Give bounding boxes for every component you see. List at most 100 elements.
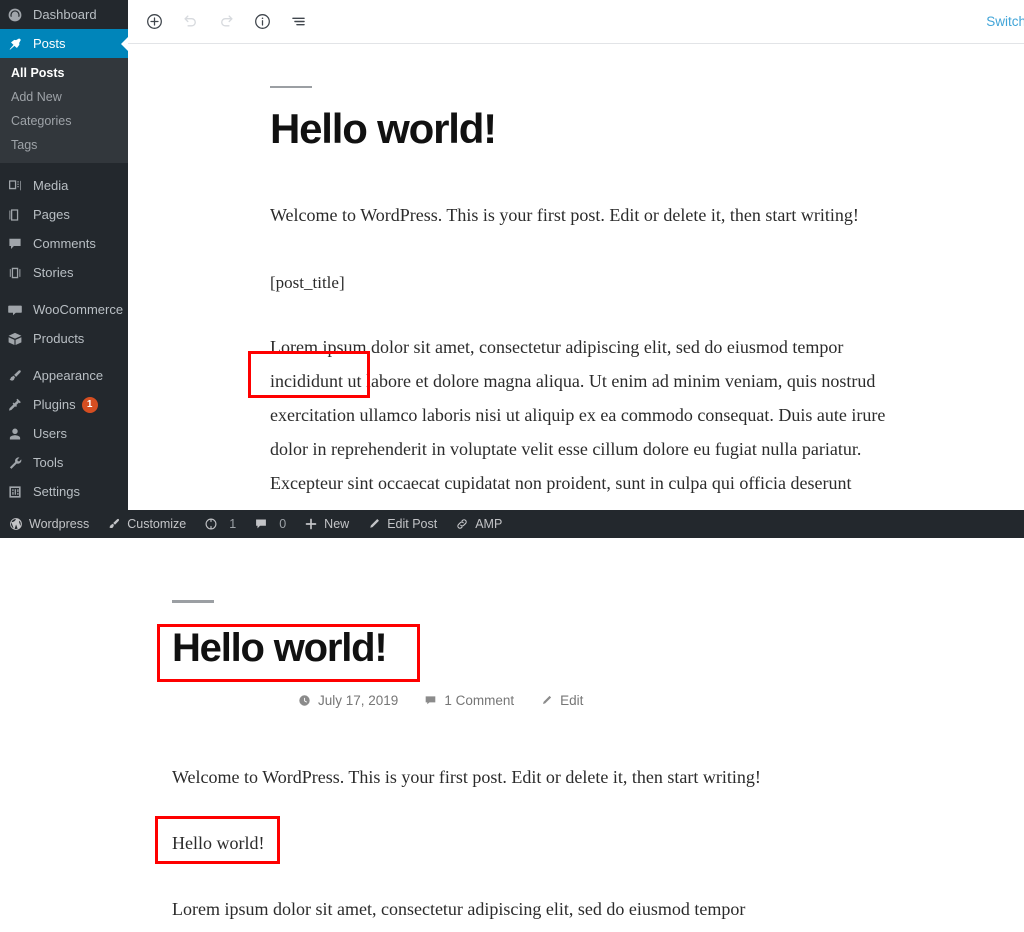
title-decoration-rule — [172, 600, 214, 603]
clock-icon — [298, 694, 311, 707]
paintbrush-icon — [107, 517, 121, 531]
products-box-icon — [4, 329, 26, 349]
sidebar-divider — [0, 353, 128, 361]
media-icon — [4, 176, 26, 196]
editor-post-title[interactable]: Hello world! — [270, 105, 1024, 152]
adminbar-item-edit-post[interactable]: Edit Post — [358, 510, 446, 538]
sidebar-item-users[interactable]: Users — [0, 419, 128, 448]
adminbar-item-new[interactable]: New — [295, 510, 358, 538]
frontend-preview: Hello world! July 17, 2019 1 Comment Edi… — [0, 538, 1024, 932]
block-editor-pane: Switch Hello world! Welcome to WordPress… — [128, 0, 1024, 510]
editor-toolbar: Switch — [128, 0, 1024, 44]
post-comments-label: 1 Comment — [444, 693, 515, 708]
frontend-paragraph-intro: Welcome to WordPress. This is your first… — [172, 767, 761, 787]
post-comments-link[interactable]: 1 Comment — [424, 693, 514, 708]
undo-icon[interactable] — [172, 4, 208, 40]
wrench-icon — [4, 453, 26, 473]
adminbar-label: New — [324, 516, 350, 531]
submenu-item-add-new[interactable]: Add New — [0, 85, 128, 109]
wp-admin-bar: Wordpress Customize 1 0 New Edit Post AM… — [0, 510, 1024, 538]
adminbar-label: AMP — [475, 516, 503, 531]
sidebar-item-pages[interactable]: Pages — [0, 200, 128, 229]
sidebar-item-label: WooCommerce — [33, 302, 124, 317]
paintbrush-icon — [4, 366, 26, 386]
adminbar-item-amp[interactable]: AMP — [446, 510, 511, 538]
sidebar-item-plugins[interactable]: Plugins 1 — [0, 390, 128, 419]
sidebar-item-comments[interactable]: Comments — [0, 229, 128, 258]
info-icon[interactable] — [244, 4, 280, 40]
sidebar-item-settings[interactable]: Settings — [0, 477, 128, 506]
adminbar-item-comments[interactable]: 0 — [245, 510, 295, 538]
sidebar-item-label: Posts — [33, 36, 66, 51]
sidebar-item-label: Appearance — [33, 368, 104, 383]
sidebar-item-woocommerce[interactable]: WooCommerce — [0, 295, 128, 324]
sidebar-item-media[interactable]: Media — [0, 171, 128, 200]
revisions-count: 1 — [229, 517, 237, 531]
sidebar-item-products[interactable]: Products — [0, 324, 128, 353]
sidebar-item-label: Dashboard — [33, 7, 97, 22]
editor-canvas[interactable]: Hello world! Welcome to WordPress. This … — [128, 86, 1024, 510]
sidebar-item-appearance[interactable]: Appearance — [0, 361, 128, 390]
sidebar-item-label: Products — [33, 331, 85, 346]
post-edit-label: Edit — [560, 693, 584, 708]
sidebar-item-label: Plugins — [33, 397, 76, 412]
sidebar-item-dashboard[interactable]: Dashboard — [0, 0, 128, 29]
woocommerce-icon — [4, 300, 26, 320]
add-block-icon[interactable] — [136, 4, 172, 40]
editor-paragraph-block[interactable]: Welcome to WordPress. This is your first… — [270, 198, 890, 232]
adminbar-label: Edit Post — [387, 516, 438, 531]
pencil-icon — [367, 517, 381, 531]
sidebar-item-label: Stories — [33, 265, 74, 280]
user-icon — [4, 424, 26, 444]
submenu-item-categories[interactable]: Categories — [0, 109, 128, 133]
sidebar-item-label: Pages — [33, 207, 70, 222]
plug-icon — [4, 395, 26, 415]
sidebar-item-label: Comments — [33, 236, 96, 251]
plugins-update-badge: 1 — [81, 396, 98, 413]
submenu-item-all-posts[interactable]: All Posts — [0, 61, 128, 85]
sidebar-item-stories[interactable]: Stories — [0, 258, 128, 287]
dashboard-icon — [4, 5, 26, 25]
list-view-icon[interactable] — [280, 4, 316, 40]
adminbar-item-customize[interactable]: Customize — [98, 510, 195, 538]
settings-sliders-icon — [4, 482, 26, 502]
screen-root: Dashboard Posts All Posts Add New Catego… — [0, 0, 1024, 932]
post-edit-link[interactable]: Edit — [540, 693, 583, 708]
sidebar-item-label: Tools — [33, 455, 64, 470]
sidebar-item-label: Media — [33, 178, 69, 193]
posts-submenu: All Posts Add New Categories Tags — [0, 58, 128, 163]
frontend-post-title[interactable]: Hello world! — [172, 625, 1024, 671]
adminbar-item-wordpress[interactable]: Wordpress — [0, 510, 98, 538]
sidebar-item-label: Users — [33, 426, 67, 441]
sidebar-divider — [0, 287, 128, 295]
comment-icon — [4, 234, 26, 254]
sidebar-item-label: Settings — [33, 484, 80, 499]
revisions-icon — [204, 517, 218, 531]
post-date: July 17, 2019 — [298, 693, 398, 708]
sidebar-item-tools[interactable]: Tools — [0, 448, 128, 477]
sidebar-item-posts[interactable]: Posts — [0, 29, 128, 58]
wordpress-logo-icon — [9, 517, 23, 531]
post-date-label: July 17, 2019 — [318, 693, 399, 708]
frontend-shortcode-output: Hello world! — [172, 833, 265, 853]
title-decoration-rule — [270, 86, 312, 88]
adminbar-item-revisions[interactable]: 1 — [195, 510, 245, 538]
pin-icon — [4, 34, 26, 54]
redo-icon[interactable] — [208, 4, 244, 40]
frontend-paragraph-lorem: Lorem ipsum dolor sit amet, consectetur … — [172, 899, 746, 919]
plus-icon — [304, 517, 318, 531]
switch-to-draft-button[interactable]: Switch — [986, 14, 1024, 29]
adminbar-label: Wordpress — [29, 516, 90, 531]
comments-count: 0 — [279, 517, 287, 531]
stories-icon — [4, 263, 26, 283]
comment-bubble-icon — [254, 517, 268, 531]
editor-shortcode-block[interactable]: [post_title] — [270, 266, 890, 300]
amp-link-icon — [455, 517, 469, 531]
submenu-item-tags[interactable]: Tags — [0, 133, 128, 157]
post-meta-row: July 17, 2019 1 Comment Edit — [298, 693, 1024, 708]
pages-icon — [4, 205, 26, 225]
pencil-icon — [540, 694, 553, 707]
admin-sidebar: Dashboard Posts All Posts Add New Catego… — [0, 0, 128, 510]
adminbar-label: Customize — [127, 516, 187, 531]
editor-lorem-block[interactable]: Lorem ipsum dolor sit amet, consectetur … — [270, 330, 890, 510]
